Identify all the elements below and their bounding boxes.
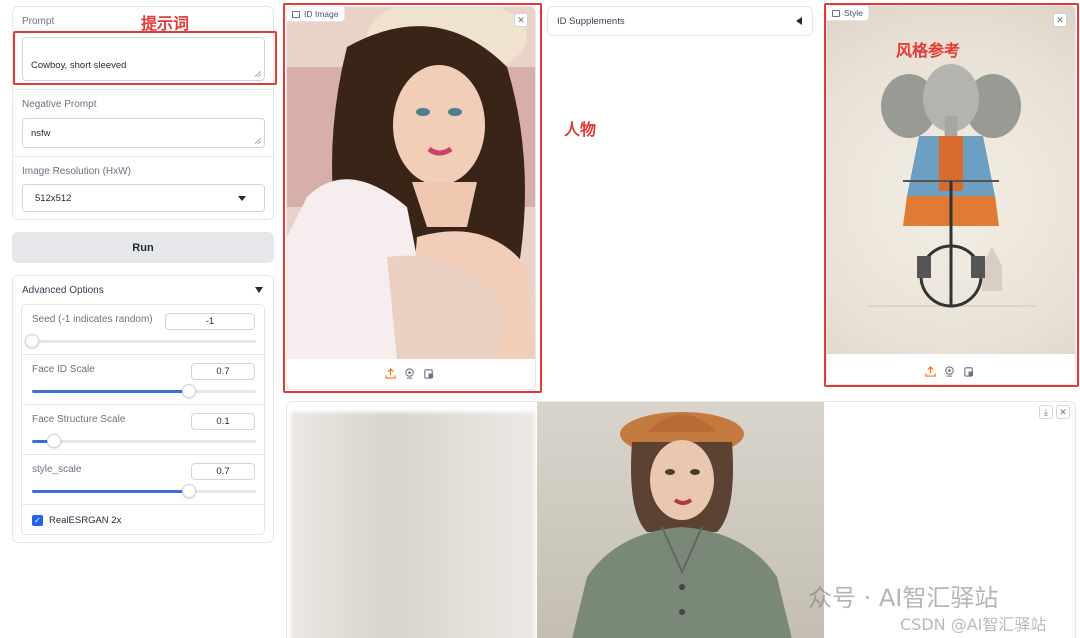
id-image-tag: ID Image xyxy=(287,7,345,22)
upload-icon[interactable] xyxy=(385,368,396,379)
download-icon[interactable]: ⤓ xyxy=(1039,405,1053,419)
dropdown-arrow-icon xyxy=(238,196,246,201)
style-image-tag-label: Style xyxy=(844,8,863,18)
style-scale-input[interactable]: 0.7 xyxy=(191,463,255,480)
id-image-panel: ID Image ✕ xyxy=(286,6,536,390)
id-image-toolbar xyxy=(385,368,434,379)
watermark-line2: CSDN @AI智汇驿站 xyxy=(900,615,1047,634)
output-image[interactable] xyxy=(537,402,824,638)
face-id-scale-label: Face ID Scale xyxy=(32,364,95,375)
style-image-toolbar xyxy=(925,366,974,377)
advanced-options-title[interactable]: Advanced Options xyxy=(22,285,104,296)
webcam-icon[interactable] xyxy=(404,368,415,379)
prompt-label: Prompt xyxy=(22,16,55,27)
divider xyxy=(13,156,273,157)
face-id-scale-value: 0.7 xyxy=(216,366,230,377)
prompt-panel: Prompt Cowboy, short sleeved Negative Pr… xyxy=(12,6,274,220)
cowgirl-output-image xyxy=(572,412,792,638)
seed-label: Seed (-1 indicates random) xyxy=(32,314,153,325)
prompt-input[interactable]: Cowboy, short sleeved xyxy=(22,37,265,81)
collapse-triangle-icon[interactable] xyxy=(255,287,263,293)
id-supplements-label: ID Supplements xyxy=(557,16,625,27)
negative-prompt-label: Negative Prompt xyxy=(22,99,97,110)
seed-input[interactable]: -1 xyxy=(165,313,255,330)
style-scale-value: 0.7 xyxy=(216,466,230,477)
seed-slider-thumb[interactable] xyxy=(25,334,39,348)
style-image-close-icon[interactable]: ✕ xyxy=(1053,13,1067,27)
style-scale-thumb[interactable] xyxy=(181,484,196,498)
style-scale-fill xyxy=(32,490,189,493)
seed-slider[interactable] xyxy=(25,334,256,348)
negative-prompt-input[interactable]: nsfw xyxy=(22,118,265,148)
style-scale-slider[interactable] xyxy=(32,484,256,498)
resolution-select[interactable]: 512x512 xyxy=(22,184,265,212)
seed-value: -1 xyxy=(205,316,215,327)
image-icon xyxy=(832,9,840,17)
clipboard-icon[interactable] xyxy=(423,368,434,379)
portrait-woman-image xyxy=(287,7,535,359)
negative-prompt-value: nsfw xyxy=(31,127,51,139)
face-structure-scale-value: 0.1 xyxy=(216,416,230,427)
style-annotation: 风格参考 xyxy=(896,41,961,60)
upload-icon[interactable] xyxy=(925,366,936,377)
resolution-value: 512x512 xyxy=(35,192,72,204)
advanced-options-panel: Advanced Options Seed (-1 indicates rand… xyxy=(12,275,274,543)
face-structure-scale-label: Face Structure Scale xyxy=(32,414,126,425)
clipboard-icon[interactable] xyxy=(963,366,974,377)
realesrgan-checkbox[interactable]: ✓ xyxy=(32,515,43,526)
face-id-scale-slider[interactable] xyxy=(32,384,256,398)
style-image-tag: Style xyxy=(827,6,869,21)
face-structure-scale-thumb[interactable] xyxy=(47,434,62,448)
blurred-thumbnail xyxy=(291,412,535,638)
webcam-icon[interactable] xyxy=(944,366,955,377)
divider xyxy=(22,454,264,455)
id-image-tag-label: ID Image xyxy=(304,9,339,19)
resolution-label: Image Resolution (HxW) xyxy=(22,166,131,177)
divider xyxy=(22,354,264,355)
divider xyxy=(22,404,264,405)
expand-triangle-icon[interactable] xyxy=(796,17,802,25)
divider xyxy=(22,504,264,505)
resize-grip-icon[interactable] xyxy=(255,138,261,144)
face-structure-scale-input[interactable]: 0.1 xyxy=(191,413,255,430)
prompt-annotation: 提示词 xyxy=(141,14,190,33)
face-id-scale-thumb[interactable] xyxy=(181,384,196,398)
watermark-line1: 众号 · AI智汇驿站 xyxy=(808,584,999,612)
realesrgan-label: RealESRGAN 2x xyxy=(49,515,122,526)
person-annotation: 人物 xyxy=(564,120,597,139)
style-image-panel: Style ✕ xyxy=(826,5,1076,385)
id-image-preview xyxy=(287,7,535,359)
image-icon xyxy=(292,10,300,18)
run-button[interactable]: Run xyxy=(12,232,274,263)
prompt-input-value: Cowboy, short sleeved xyxy=(31,60,127,71)
face-id-scale-fill xyxy=(32,390,189,393)
style-scale-label: style_scale xyxy=(32,464,82,475)
face-id-scale-input[interactable]: 0.7 xyxy=(191,363,255,380)
id-image-close-icon[interactable]: ✕ xyxy=(514,13,528,27)
id-supplements-accordion[interactable]: ID Supplements xyxy=(547,6,813,36)
face-structure-scale-slider[interactable] xyxy=(32,434,256,448)
resize-grip-icon[interactable] xyxy=(255,71,261,77)
output-close-icon[interactable]: ✕ xyxy=(1056,405,1070,419)
advanced-inner-group: Seed (-1 indicates random) -1 Face ID Sc… xyxy=(21,304,265,535)
divider xyxy=(13,89,273,90)
